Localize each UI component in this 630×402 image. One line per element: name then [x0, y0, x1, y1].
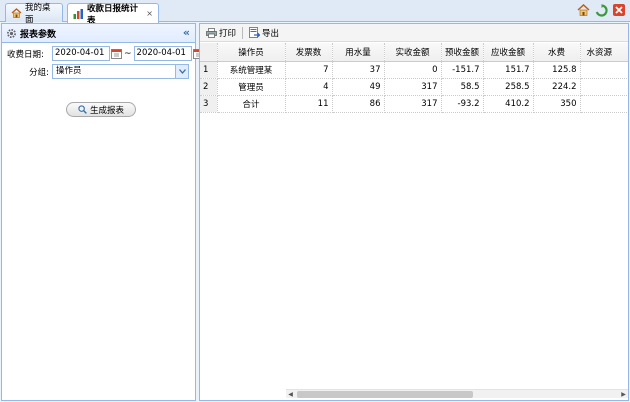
tab-bar: 我的桌面 收款日报统计表 ×: [0, 0, 630, 26]
table-cell: 86: [332, 95, 385, 113]
table-row[interactable]: 3 合计 11 86 317 -93.2 410.2 350: [200, 95, 628, 113]
close-icon[interactable]: [612, 3, 626, 17]
table-cell: 4: [285, 78, 333, 96]
date-range-row: 收费日期: 2020-04-01 ~ 2020-04-01: [7, 46, 204, 61]
table-cell: 258.5: [483, 78, 534, 96]
gear-icon: [6, 28, 17, 39]
table-cell: 合计: [217, 95, 286, 113]
group-select[interactable]: 操作员: [52, 64, 189, 79]
report-table: 操作员 发票数 用水量 实收金额 预收金额 应收金额 水费 水资源 1 系统管理…: [200, 43, 628, 113]
table-cell: [580, 78, 628, 96]
home-icon[interactable]: [576, 3, 590, 17]
panel-header: 报表参数 «: [2, 24, 195, 43]
table-cell: 410.2: [483, 95, 534, 113]
table-cell: 58.5: [441, 78, 484, 96]
collapse-icon[interactable]: «: [183, 26, 190, 39]
print-button[interactable]: 打印: [204, 27, 238, 39]
column-header[interactable]: 发票数: [285, 43, 333, 62]
row-number: 2: [200, 78, 218, 96]
report-grid-panel: 打印 导出 操作员 发票数 用水量 实收金额 预收金额 应收金额 水费 水资源: [199, 23, 629, 401]
table-cell: 317: [384, 95, 442, 113]
table-cell: -93.2: [441, 95, 484, 113]
table-cell: 7: [285, 61, 333, 79]
bar-chart-icon: [73, 8, 84, 19]
table-cell: -151.7: [441, 61, 484, 79]
home-icon: [11, 8, 22, 18]
date-from-input[interactable]: 2020-04-01: [52, 46, 110, 61]
group-label: 分组:: [29, 67, 49, 78]
tab-label: 收款日报统计表: [87, 3, 139, 26]
column-header[interactable]: 预收金额: [441, 43, 484, 62]
table-cell: 224.2: [533, 78, 581, 96]
table-cell: 11: [285, 95, 333, 113]
column-header[interactable]: 水资源: [580, 43, 628, 62]
tab-my-desktop[interactable]: 我的桌面: [5, 3, 63, 25]
generate-report-button[interactable]: 生成报表: [66, 102, 136, 117]
table-header-row: 操作员 发票数 用水量 实收金额 预收金额 应收金额 水费 水资源: [200, 43, 628, 62]
refresh-icon[interactable]: [594, 3, 608, 17]
table-cell: 49: [332, 78, 385, 96]
chevron-down-icon[interactable]: [175, 65, 188, 78]
date-to-input[interactable]: 2020-04-01: [133, 46, 192, 61]
table-cell: 125.8: [533, 61, 581, 79]
table-row[interactable]: 2 管理员 4 49 317 58.5 258.5 224.2: [200, 78, 628, 96]
export-button[interactable]: 导出: [247, 27, 281, 39]
grid-toolbar: 打印 导出: [200, 24, 628, 42]
column-header[interactable]: 用水量: [332, 43, 385, 62]
search-icon: [78, 105, 87, 114]
table-cell: 系统管理某: [217, 61, 286, 79]
column-header[interactable]: 水费: [533, 43, 581, 62]
table-cell: [580, 95, 628, 113]
horizontal-scrollbar[interactable]: ◀ ▶: [286, 389, 628, 398]
column-header[interactable]: 应收金额: [483, 43, 534, 62]
group-select-value: 操作员: [56, 66, 82, 76]
scroll-right-icon[interactable]: ▶: [619, 390, 628, 399]
table-cell: [580, 61, 628, 79]
generate-label: 生成报表: [89, 105, 124, 116]
calendar-icon[interactable]: [111, 48, 122, 59]
panel-title: 报表参数: [20, 29, 57, 40]
export-icon: [249, 27, 261, 38]
export-label: 导出: [262, 28, 280, 39]
table-cell: 管理员: [217, 78, 286, 96]
row-number: 1: [200, 61, 218, 79]
tab-close-icon[interactable]: ×: [146, 9, 153, 18]
table-cell: 350: [533, 95, 581, 113]
scroll-left-icon[interactable]: ◀: [286, 390, 295, 399]
tab-label: 我的桌面: [25, 3, 51, 25]
report-params-panel: 报表参数 « 收费日期: 2020-04-01 ~ 2020-04-01 分组:…: [1, 23, 204, 401]
print-label: 打印: [219, 28, 237, 39]
group-row: 分组: 操作员: [7, 64, 189, 79]
table-cell: 317: [384, 78, 442, 96]
date-separator: ~: [124, 48, 132, 59]
toolbar-divider: [242, 26, 244, 39]
table-cell: 0: [384, 61, 442, 79]
table-row[interactable]: 1 系统管理某 7 37 0 -151.7 151.7 125.8: [200, 61, 628, 79]
table-cell: 151.7: [483, 61, 534, 79]
printer-icon: [206, 27, 217, 38]
window-controls: [576, 3, 626, 17]
date-label: 收费日期:: [7, 49, 44, 60]
table-cell: 37: [332, 61, 385, 79]
scrollbar-thumb[interactable]: [297, 391, 473, 398]
column-header[interactable]: 实收金额: [384, 43, 442, 62]
row-number-header: [200, 43, 218, 62]
column-header[interactable]: 操作员: [217, 43, 286, 62]
row-number: 3: [200, 95, 218, 113]
tab-daily-report[interactable]: 收款日报统计表 ×: [67, 3, 159, 26]
